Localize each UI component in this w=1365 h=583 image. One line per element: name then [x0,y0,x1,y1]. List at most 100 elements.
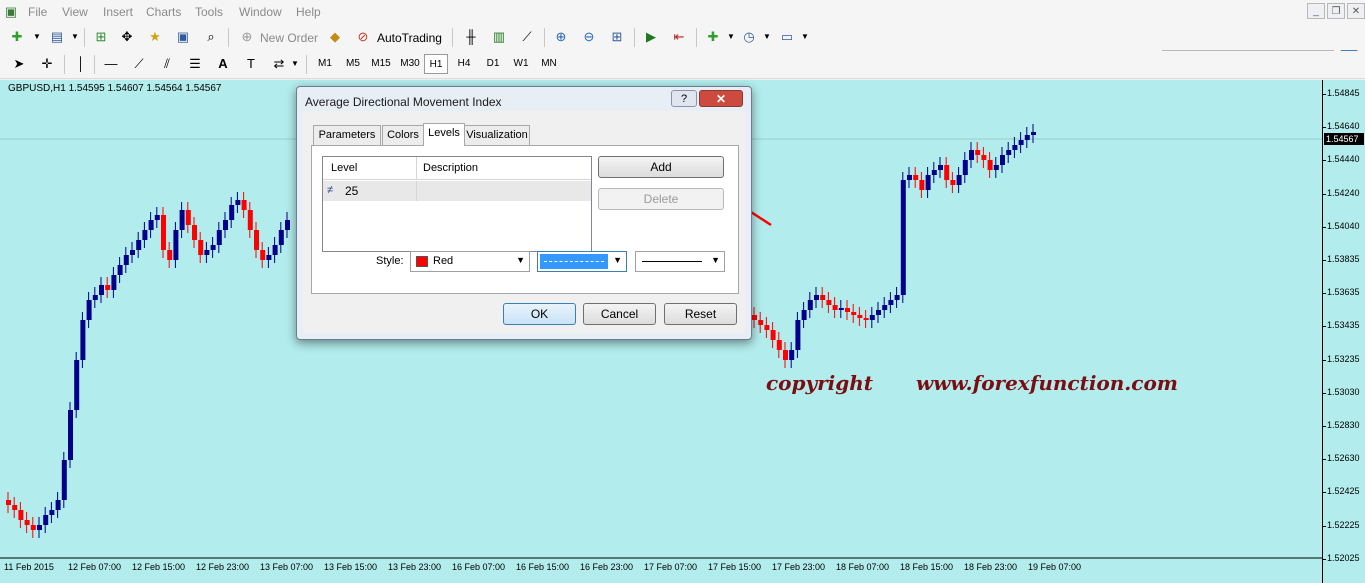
line-style-select[interactable]: ▼ [537,251,627,272]
timeframe-m1[interactable]: M1 [312,54,338,74]
menu-charts[interactable]: Charts [146,5,181,19]
crosshair-icon[interactable]: ✛ [38,55,56,73]
candle-body [752,315,757,320]
price-tick-mark [1323,426,1326,427]
menu-insert[interactable]: Insert [103,5,133,19]
templates-icon[interactable]: ▭ [778,28,796,46]
levels-grid[interactable]: Level Description ≠ 25 [322,156,592,252]
timeframe-mn[interactable]: MN [536,54,562,74]
close-icon[interactable]: ✕ [1347,3,1365,19]
candle-body [894,295,900,300]
equidistant-channel-icon[interactable]: ⫽ [158,55,176,73]
candlestick-icon[interactable]: ▥ [490,28,508,46]
candle-body [845,308,850,312]
vertical-line-icon[interactable]: │ [72,55,90,73]
favorites-icon[interactable]: ★ [146,28,164,46]
candle-body [12,505,18,510]
level-value[interactable]: 25 [345,184,358,198]
menu-window[interactable]: Window [239,5,282,19]
chevron-down-icon[interactable]: ▼ [28,28,46,46]
candle-body [173,230,179,260]
line-width-select[interactable]: ▼ [635,251,725,272]
periods-icon[interactable]: ◷ [740,28,758,46]
tile-windows-icon[interactable]: ⊞ [608,28,626,46]
watermark-url: www.forexfunction.com [916,371,1178,395]
tab-visualization[interactable]: Visualization [464,125,530,145]
chevron-down-icon: ▼ [613,255,622,265]
dialog-body: Parameters Colors Levels Visualization L… [303,111,745,333]
horizontal-line-icon[interactable]: — [102,55,120,73]
candle-body [987,160,993,170]
ok-button[interactable]: OK [503,303,576,325]
candle-body [130,250,135,255]
terminal-icon[interactable]: ▣ [174,28,192,46]
timeframe-m5[interactable]: M5 [340,54,366,74]
text-label-icon[interactable]: T [242,55,260,73]
timeframe-h4[interactable]: H4 [451,54,477,74]
menu-file[interactable]: File [28,5,47,19]
new-chart-icon[interactable]: ✚ [8,28,26,46]
new-order-icon[interactable]: ⊕ [238,28,256,46]
table-row[interactable]: ≠ 25 [323,181,591,201]
auto-scroll-icon[interactable]: ▶ [642,28,660,46]
column-divider [416,181,417,201]
help-button[interactable]: ? [671,90,697,107]
candle-body [1006,150,1012,155]
chevron-down-icon[interactable]: ▼ [758,28,776,46]
line-chart-icon[interactable]: ⟋ [518,28,536,46]
column-description[interactable]: Description [423,162,478,174]
menu-help[interactable]: Help [296,5,321,19]
new-order-button[interactable]: New Order [260,31,318,45]
level-color-select[interactable]: Red ▼ [410,251,530,272]
cursor-icon[interactable]: ➤ [10,55,28,73]
chevron-down-icon[interactable]: ▼ [796,28,814,46]
trendline-icon[interactable]: ⟋ [130,55,148,73]
text-icon[interactable]: A [214,55,232,73]
restore-icon[interactable]: ❐ [1327,3,1345,19]
zoom-in-icon[interactable]: ⊕ [552,28,570,46]
menu-view[interactable]: View [62,5,88,19]
metaeditor-icon[interactable]: ◆ [326,28,344,46]
price-tick-label: 1.53435 [1327,320,1360,331]
candle-body [192,225,197,240]
navigator-icon[interactable]: ✥ [118,28,136,46]
autotrading-icon[interactable]: ⊘ [354,28,372,46]
tab-colors[interactable]: Colors [382,125,424,145]
column-level[interactable]: Level [331,162,357,174]
tab-levels[interactable]: Levels [423,123,465,146]
cancel-button[interactable]: Cancel [583,303,656,325]
indicators-icon[interactable]: ✚ [704,28,722,46]
candle-body [993,165,999,170]
reset-button[interactable]: Reset [664,303,737,325]
price-tick-label: 1.54845 [1327,88,1360,98]
market-watch-icon[interactable]: ⊞ [92,28,110,46]
timeframe-w1[interactable]: W1 [508,54,534,74]
timeframe-h1[interactable]: H1 [424,54,448,74]
bar-chart-icon[interactable]: ╫ [462,28,480,46]
minimize-icon[interactable]: _ [1307,3,1325,19]
candle-body [111,275,117,290]
candle-body [1000,155,1005,165]
menu-tools[interactable]: Tools [195,5,223,19]
chevron-down-icon[interactable]: ▼ [286,55,304,73]
timeframe-m15[interactable]: M15 [367,54,395,74]
close-icon[interactable]: ✕ [699,90,743,107]
candle-body [770,330,776,340]
color-swatch [416,256,428,267]
time-tick-label: 17 Feb 23:00 [772,562,826,572]
add-button[interactable]: Add [598,156,724,178]
chevron-down-icon[interactable]: ▼ [66,28,84,46]
timeframe-d1[interactable]: D1 [480,54,506,74]
fibonacci-icon[interactable]: ☰ [186,55,204,73]
chevron-down-icon[interactable]: ▼ [722,28,740,46]
delete-button[interactable]: Delete [598,188,724,210]
chevron-down-icon: ▼ [711,255,720,265]
zoom-out-icon[interactable]: ⊖ [580,28,598,46]
strategy-tester-icon[interactable]: ⌕ [202,28,220,46]
tab-parameters[interactable]: Parameters [313,125,381,145]
timeframe-m30[interactable]: M30 [396,54,424,74]
chart-shift-icon[interactable]: ⇤ [670,28,688,46]
profiles-icon[interactable]: ▤ [48,28,66,46]
autotrading-button[interactable]: AutoTrading [377,31,442,45]
price-tick-label: 1.54640 [1327,121,1360,132]
